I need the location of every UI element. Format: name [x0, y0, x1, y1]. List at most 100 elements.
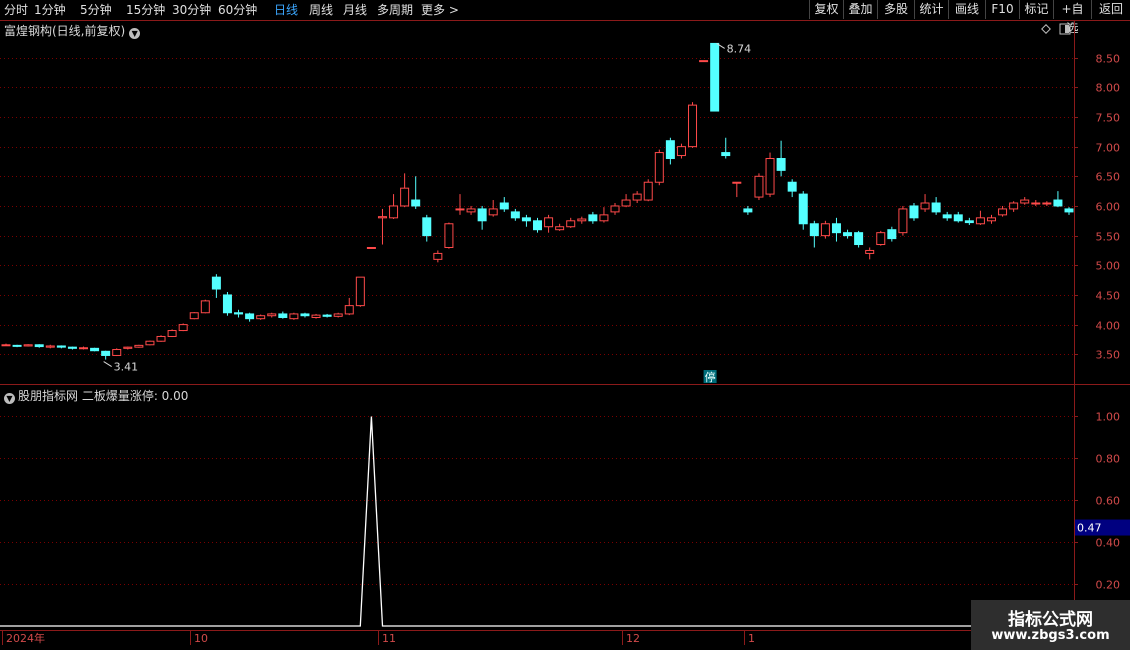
diamond-icon	[1041, 24, 1051, 34]
candle-body	[632, 193, 642, 201]
candle-body	[1053, 199, 1063, 207]
candle-body	[45, 345, 55, 348]
candle-body	[566, 220, 576, 228]
candle-body	[975, 217, 985, 225]
x-tick-label: 11	[382, 632, 396, 645]
candle-80	[887, 226, 897, 242]
candle-body	[189, 312, 199, 320]
candle-43	[477, 205, 487, 230]
candle-86	[953, 211, 963, 223]
candle-body	[34, 344, 44, 348]
candle-body	[953, 214, 963, 222]
candle-body	[23, 344, 33, 347]
candle-body	[411, 199, 421, 207]
candle-63	[699, 60, 709, 63]
candle-51	[566, 217, 576, 228]
candle-46	[510, 208, 520, 221]
y-tick-label: 8.00	[1096, 82, 1121, 95]
candle-32	[355, 276, 365, 307]
indicator-y-tick-label: 0.20	[1096, 579, 1121, 592]
y-tick-label: 6.50	[1096, 171, 1121, 184]
candle-24	[267, 312, 277, 318]
candle-62	[688, 102, 698, 148]
candle-0	[1, 343, 11, 347]
candle-body	[1020, 199, 1030, 204]
y-tick-label: 5.00	[1096, 260, 1121, 273]
candle-20	[222, 291, 232, 316]
candle-19	[211, 274, 221, 298]
candle-64	[710, 42, 720, 112]
candle-body	[79, 347, 89, 350]
candle-body	[300, 313, 310, 317]
indicator-line	[0, 416, 1069, 627]
candle-2	[23, 344, 33, 347]
watermark-title: 指标公式网	[1008, 610, 1093, 630]
candle-body	[145, 340, 155, 346]
candle-90	[998, 205, 1008, 217]
candle-44	[488, 200, 498, 217]
candle-body	[920, 202, 930, 210]
candle-body	[256, 315, 266, 320]
candle-body	[876, 232, 886, 246]
candle-body	[721, 152, 731, 157]
candle-39	[433, 250, 443, 263]
candle-body	[200, 300, 210, 314]
watermark-url: www.zbgs3.com	[991, 628, 1110, 643]
candle-body	[599, 214, 609, 222]
candle-29	[322, 313, 332, 318]
candle-89	[986, 214, 996, 224]
stop-marker: 停	[705, 370, 716, 384]
candle-body	[355, 276, 365, 307]
candle-body	[854, 232, 864, 246]
indicator-y-tick-label: 0.40	[1096, 537, 1121, 550]
candle-body	[56, 345, 66, 348]
candle-70	[776, 140, 786, 177]
candle-7	[79, 346, 89, 350]
candle-27	[300, 312, 310, 318]
candle-body	[533, 220, 542, 231]
candle-75	[831, 217, 841, 242]
candle-body	[621, 199, 631, 207]
candle-body	[1042, 202, 1052, 205]
candle-body	[455, 208, 465, 211]
candle-47	[521, 214, 531, 227]
candle-71	[787, 179, 797, 198]
candle-body	[101, 350, 111, 356]
candle-5	[56, 345, 66, 349]
candle-78	[865, 247, 875, 260]
candle-body	[222, 294, 232, 314]
candle-15	[167, 329, 177, 338]
candle-42	[466, 205, 476, 215]
candle-74	[820, 220, 830, 239]
candle-13	[145, 340, 155, 346]
candle-83	[920, 194, 930, 212]
candle-48	[533, 217, 542, 233]
y-tick-label: 4.00	[1096, 320, 1121, 333]
candle-body	[588, 214, 598, 222]
candle-body	[688, 104, 698, 148]
candle-body	[831, 223, 841, 234]
price-axis: 8.50 8.00 7.50 7.00 6.50 6.00 5.50 5.00 4.50 4.00…	[1074, 53, 1120, 362]
candle-68	[754, 173, 764, 201]
candle-11	[123, 346, 133, 350]
candle-37	[411, 176, 421, 209]
candle-49	[544, 214, 554, 233]
candle-body	[377, 216, 387, 219]
candle-body	[400, 187, 410, 207]
candle-25	[278, 311, 288, 319]
candle-body	[743, 208, 753, 213]
candle-body	[344, 305, 354, 315]
candle-21	[234, 309, 244, 318]
candle-body	[998, 208, 1008, 216]
candle-body	[865, 249, 875, 254]
y-tick-label: 5.50	[1096, 231, 1121, 244]
candle-61	[676, 143, 686, 159]
candle-77	[854, 230, 864, 248]
candle-body	[665, 140, 675, 160]
candle-body	[477, 208, 487, 222]
candle-57	[632, 191, 642, 203]
candle-body	[466, 208, 476, 213]
low-price-label: 3.41	[114, 361, 139, 374]
candle-72	[798, 191, 808, 230]
candle-81	[898, 205, 908, 236]
